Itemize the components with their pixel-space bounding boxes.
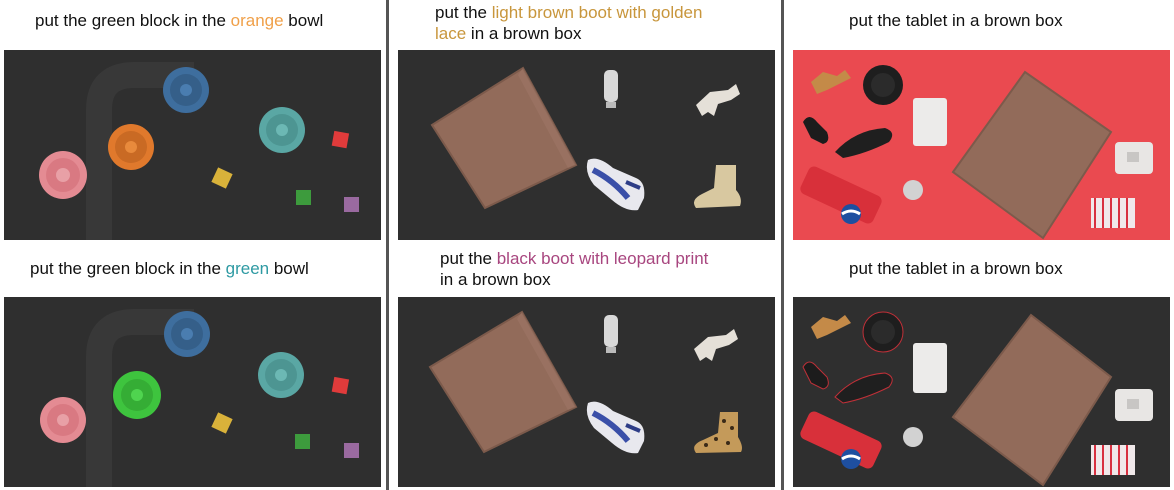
red-block-icon bbox=[331, 376, 350, 395]
caption-top-right: put the tablet in a brown box bbox=[849, 10, 1063, 31]
green-bowl-icon bbox=[113, 371, 161, 419]
pan-icon bbox=[863, 65, 903, 105]
scene-image-tablet-after bbox=[793, 297, 1170, 487]
caption-bottom-left: put the green block in the green bowl bbox=[30, 258, 309, 279]
caption-highlight: black boot with leopard print bbox=[496, 249, 709, 268]
pink-bowl-icon bbox=[40, 397, 86, 443]
caption-bottom-middle: put the black boot with leopard print in… bbox=[440, 248, 775, 290]
orange-bowl-icon bbox=[108, 124, 154, 170]
caption-text: in a brown box bbox=[440, 270, 551, 289]
caption-highlight: light brown boot with golden bbox=[491, 3, 703, 22]
teal-bowl-icon bbox=[258, 352, 304, 398]
scene-image-bowls-before bbox=[4, 50, 381, 240]
towel-icon bbox=[1091, 198, 1135, 228]
tablet-icon bbox=[913, 98, 947, 146]
purple-block-icon bbox=[344, 197, 359, 212]
caption-text: in a brown box bbox=[466, 24, 582, 43]
towel-icon bbox=[1091, 445, 1135, 475]
caption-line-2: in a brown box bbox=[440, 269, 775, 290]
clock-icon bbox=[903, 427, 923, 447]
scene-image-boots-after bbox=[398, 297, 775, 487]
scene-image-bowls-after bbox=[4, 297, 381, 487]
caption-text: put the tablet in a brown box bbox=[849, 259, 1063, 278]
caption-highlight: orange bbox=[230, 11, 284, 30]
tablet-icon bbox=[913, 343, 947, 393]
caption-text: put the green block in the bbox=[30, 259, 226, 278]
green-block-icon bbox=[295, 434, 310, 449]
caption-text: put the tablet in a brown box bbox=[849, 11, 1063, 30]
scene-image-boots-before bbox=[398, 50, 775, 240]
column-divider-left bbox=[386, 0, 389, 490]
caption-bottom-right: put the tablet in a brown box bbox=[849, 258, 1063, 279]
green-block-icon bbox=[296, 190, 311, 205]
caption-line-1: put the light brown boot with golden bbox=[435, 2, 775, 23]
caption-top-middle: put the light brown boot with golden lac… bbox=[435, 2, 775, 44]
bottle-icon bbox=[604, 70, 618, 108]
caption-text: put the bbox=[435, 3, 492, 22]
teal-bowl-icon bbox=[259, 107, 305, 153]
caption-text: put the green block in the bbox=[35, 11, 231, 30]
caption-text: bowl bbox=[283, 11, 324, 30]
caption-text: put the bbox=[440, 249, 497, 268]
bottle-icon bbox=[604, 315, 618, 353]
router-icon bbox=[1115, 389, 1153, 421]
blue-bowl-icon bbox=[164, 311, 210, 357]
red-block-icon bbox=[331, 130, 350, 149]
scene-image-tablet-before bbox=[793, 50, 1170, 240]
purple-block-icon bbox=[344, 443, 359, 458]
column-divider-right bbox=[781, 0, 784, 490]
caption-text: bowl bbox=[269, 259, 309, 278]
caption-line-2: lace in a brown box bbox=[435, 23, 775, 44]
pan-icon bbox=[862, 311, 904, 353]
caption-line-1: put the black boot with leopard print bbox=[440, 248, 775, 269]
blue-bowl-icon bbox=[163, 67, 209, 113]
caption-highlight: lace bbox=[435, 24, 467, 43]
router-icon bbox=[1115, 142, 1153, 174]
caption-highlight: green bbox=[225, 259, 270, 278]
clock-icon bbox=[903, 180, 923, 200]
caption-top-left: put the green block in the orange bowl bbox=[35, 10, 323, 31]
pink-bowl-icon bbox=[39, 151, 87, 199]
